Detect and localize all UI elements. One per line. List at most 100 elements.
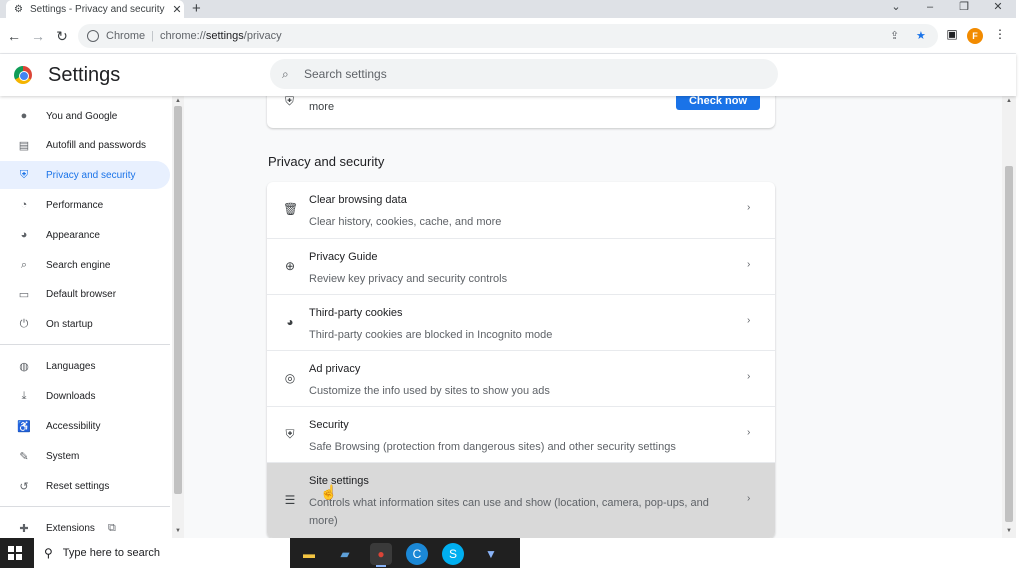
sidebar-item-default-browser[interactable]: ▭ Default browser [0,280,170,308]
reload-button[interactable]: ↻ [53,27,71,45]
row-third-party-cookies[interactable]: ◕ Third-party cookies Third-party cookie… [267,294,775,350]
chrome-icon[interactable]: ● [370,543,392,565]
sidebar-divider [0,344,170,345]
sidebar-item-label: Performance [46,199,104,211]
tab-close-icon[interactable]: ✕ [170,3,184,16]
sidebar-item-performance[interactable]: ◔ Performance [0,191,170,219]
speedometer-icon: ◔ [20,199,28,211]
search-settings-input[interactable]: ⌕ Search settings [270,59,778,89]
main-scrollbar-thumb[interactable] [1005,166,1013,522]
browser-icon: ▭ [18,288,30,301]
row-security[interactable]: ⛨ Security Safe Browsing (protection fro… [267,406,775,462]
puzzle-icon: ✚ [19,522,29,535]
sidebar-item-downloads[interactable]: ⤓ Downloads [0,382,170,410]
chevron-right-icon: › [747,371,751,382]
chevron-right-icon: › [747,202,751,213]
search-icon: ⌕ [282,66,289,81]
sidebar-item-search-engine[interactable]: ⌕ Search engine [0,251,170,279]
main-scroll-down-icon[interactable]: ▼ [1006,528,1012,534]
sidebar-item-autofill[interactable]: ▤ Autofill and passwords [0,131,170,159]
tab-title: Settings - Privacy and security [30,3,165,15]
sidebar-item-system[interactable]: ✎ System [0,442,170,470]
sidebar-item-languages[interactable]: ◍ Languages [0,352,170,380]
chevron-right-icon: › [747,259,751,270]
settings-main: ⛨ Chrome can help keep you safe from dat… [184,96,1002,538]
tab-strip: ⚙ Settings - Privacy and security ✕ + ⌄ … [0,0,1016,18]
sidebar-item-label: Languages [46,360,96,372]
safety-check-text: Chrome can help keep you safe from data … [309,101,335,113]
sidebar-item-appearance[interactable]: ◕ Appearance [0,221,170,249]
sidebar-item-label: Autofill and passwords [46,139,147,151]
palette-icon: ◕ [20,229,28,241]
chevron-right-icon: › [747,427,751,438]
menu-icon[interactable]: ⋮ [992,27,1008,41]
sliders-icon: ☰ [284,493,296,507]
tab-search-chevron-icon[interactable]: ⌄ [886,0,906,16]
installer-icon[interactable]: ▼ [480,543,502,565]
row-subtitle: Safe Browsing (protection from dangerous… [309,441,676,453]
page-title: Settings [48,64,121,86]
file-explorer-icon[interactable]: ▬ [298,543,320,565]
sidebar-item-label: System [46,450,80,462]
close-window-button[interactable]: ✕ [988,0,1008,16]
sidebar-item-label: Downloads [46,390,96,402]
power-icon: ⏻ [19,317,29,330]
chrome-site-icon [87,30,99,42]
windows-taskbar: ⚲ Type here to search ▬ ▰ ● C S ▼ [0,538,520,568]
notepad-icon[interactable]: ▰ [334,543,356,565]
download-icon: ⤓ [21,389,27,402]
row-title: Clear browsing data [309,194,407,206]
browser-toolbar: ← → ↻ Chrome | chrome://settings/privacy… [0,18,1016,54]
main-scroll-up-icon[interactable]: ▲ [1006,98,1012,104]
row-clear-browsing-data[interactable]: 🗑 Clear browsing data Clear history, coo… [267,182,775,238]
sidebar-item-label: Search engine [46,259,111,271]
row-subtitle: Review key privacy and security controls [309,273,508,285]
row-title: Ad privacy [309,363,361,375]
windows-start-icon[interactable] [8,546,22,560]
row-subtitle: Clear history, cookies, cache, and more [309,216,502,228]
bookmark-star-icon[interactable]: ★ [916,24,926,48]
restore-button[interactable]: ❐ [954,0,974,16]
sidebar-item-you-and-google[interactable]: ● You and Google [0,102,170,130]
edge-icon[interactable]: C [406,543,428,565]
row-ad-privacy[interactable]: ◎ Ad privacy Customize the info used by … [267,350,775,406]
gear-icon: ⚙ [14,3,23,15]
settings-sidebar: ● You and Google ▤ Autofill and password… [0,96,172,538]
taskbar-search-input[interactable]: ⚲ Type here to search [34,538,290,568]
safety-check-card: ⛨ Chrome can help keep you safe from dat… [267,96,775,128]
profile-avatar[interactable]: F [967,28,983,44]
back-button[interactable]: ← [5,27,23,45]
row-privacy-guide[interactable]: ⊕ Privacy Guide Review key privacy and s… [267,238,775,294]
sidebar-item-on-startup[interactable]: ⏻ On startup [0,310,170,338]
section-title: Privacy and security [268,154,385,169]
new-tab-button[interactable]: + [192,0,201,17]
row-title: Third-party cookies [309,307,403,319]
minimize-button[interactable]: – [920,0,940,16]
compass-icon: ⊕ [284,259,296,273]
row-title: Privacy Guide [309,251,378,263]
sidebar-item-label: Extensions [46,522,95,534]
sidebar-scroll-up-icon[interactable]: ▲ [175,98,181,104]
globe-icon: ◍ [19,360,29,373]
sidebar-item-accessibility[interactable]: ♿ Accessibility [0,412,170,440]
row-subtitle: Customize the info used by sites to show… [309,385,550,397]
ad-privacy-icon: ◎ [284,371,296,385]
sidebar-scrollbar-thumb[interactable] [174,106,182,494]
chevron-right-icon: › [747,315,751,326]
check-now-button[interactable]: Check now [676,96,760,110]
search-icon: ⌕ [20,258,28,271]
tab-settings[interactable]: ⚙ Settings - Privacy and security ✕ [6,0,184,18]
row-site-settings[interactable]: ☰ Site settings Controls what informatio… [267,462,775,538]
side-panel-icon[interactable]: ▣ [944,27,960,41]
sidebar-item-label: Default browser [46,288,117,300]
person-icon: ● [20,110,28,122]
sidebar-scroll-down-icon[interactable]: ▼ [175,528,181,534]
skype-icon[interactable]: S [442,543,464,565]
sidebar-item-label: Accessibility [46,420,101,432]
forward-button[interactable]: → [29,27,47,45]
share-icon[interactable]: ⇪ [890,24,899,48]
address-bar[interactable]: Chrome | chrome://settings/privacy ⇪ ★ [78,24,938,48]
sidebar-item-privacy[interactable]: ⛨ Privacy and security [0,161,170,189]
sidebar-item-reset-settings[interactable]: ↺ Reset settings [0,472,170,500]
site-chip: Chrome [106,30,146,42]
